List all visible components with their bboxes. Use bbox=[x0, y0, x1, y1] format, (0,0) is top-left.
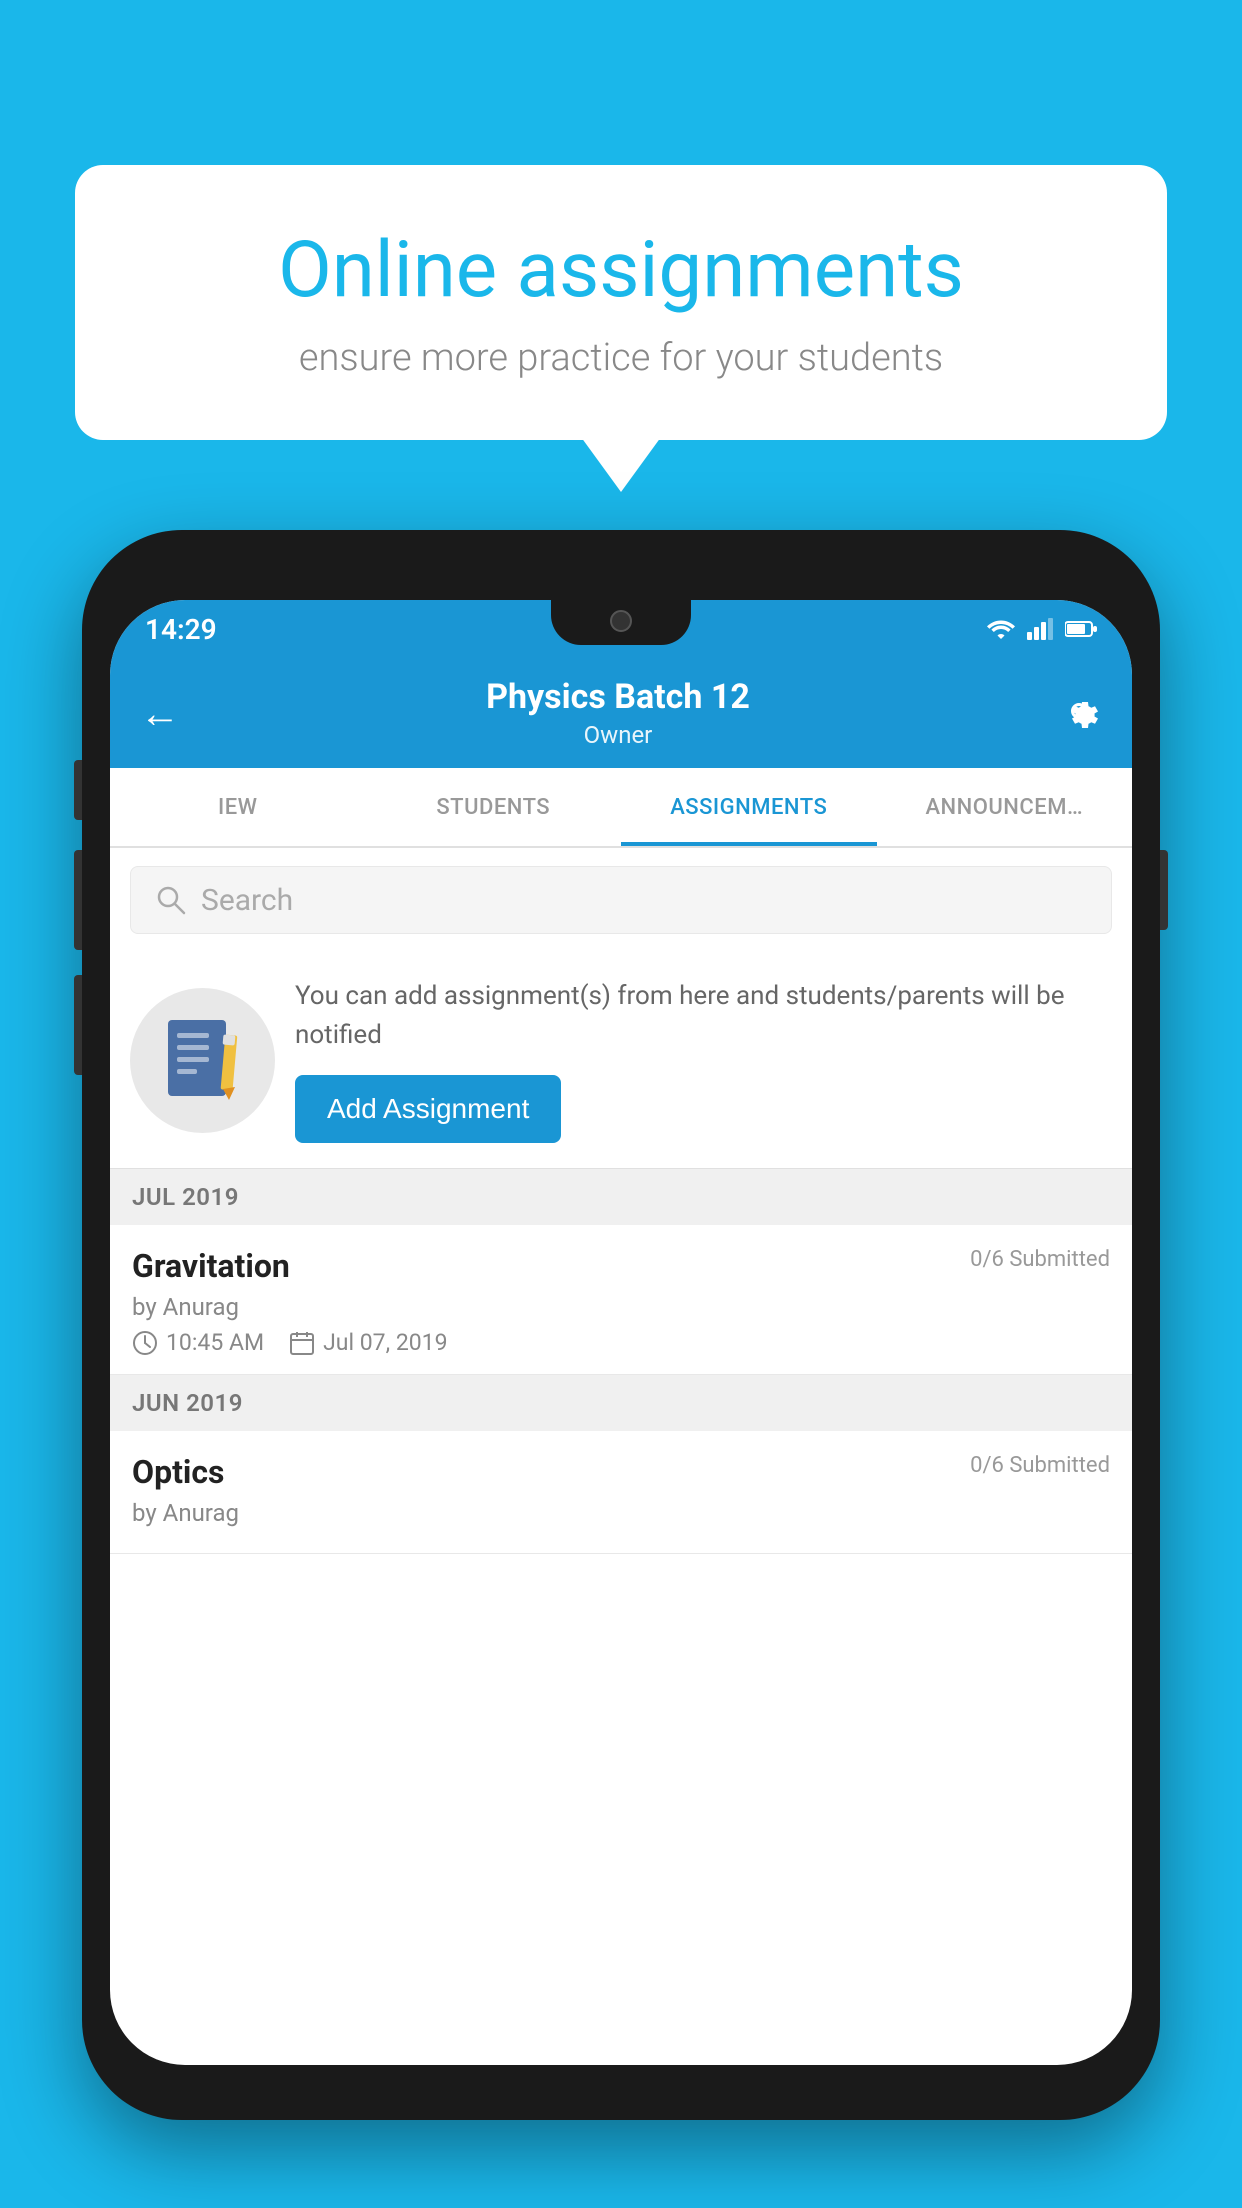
phone-body: 14:29 bbox=[82, 530, 1160, 2120]
tab-iew[interactable]: IEW bbox=[110, 768, 366, 846]
meta-time: 10:45 AM bbox=[132, 1329, 264, 1356]
tab-announcements[interactable]: ANNOUNCEM… bbox=[877, 768, 1133, 846]
clock-icon bbox=[132, 1330, 158, 1356]
calendar-icon bbox=[289, 1330, 315, 1356]
section-header-jun: JUN 2019 bbox=[110, 1375, 1132, 1431]
submitted-badge-optics: 0/6 Submitted bbox=[970, 1453, 1110, 1478]
notebook-pencil-icon bbox=[163, 1015, 243, 1105]
promo-section: You can add assignment(s) from here and … bbox=[110, 952, 1132, 1169]
promo-icon-circle bbox=[130, 988, 275, 1133]
assignment-author-optics: by Anurag bbox=[132, 1499, 1110, 1527]
phone-wrapper: 14:29 bbox=[82, 530, 1160, 2208]
search-bar-wrapper: Search bbox=[110, 848, 1132, 952]
gear-icon bbox=[1056, 688, 1102, 734]
add-assignment-button[interactable]: Add Assignment bbox=[295, 1075, 561, 1143]
app-bar-subtitle: Owner bbox=[486, 721, 750, 749]
section-header-jul: JUL 2019 bbox=[110, 1169, 1132, 1225]
search-icon bbox=[156, 885, 186, 915]
assignment-item-optics[interactable]: Optics 0/6 Submitted by Anurag bbox=[110, 1431, 1132, 1554]
app-bar: ← Physics Batch 12 Owner bbox=[110, 658, 1132, 768]
volume-up-button bbox=[74, 850, 82, 950]
app-bar-title: Physics Batch 12 bbox=[486, 677, 750, 717]
tabs-bar: IEW STUDENTS ASSIGNMENTS ANNOUNCEM… bbox=[110, 768, 1132, 848]
tab-students[interactable]: STUDENTS bbox=[366, 768, 622, 846]
search-placeholder: Search bbox=[201, 883, 293, 918]
speech-bubble-subtitle: ensure more practice for your students bbox=[145, 336, 1097, 380]
assignment-meta: 10:45 AM Jul 07, 2019 bbox=[132, 1329, 1110, 1356]
status-icons bbox=[987, 618, 1097, 640]
wifi-icon bbox=[987, 618, 1015, 640]
assignment-top-row: Gravitation 0/6 Submitted bbox=[132, 1247, 1110, 1285]
submitted-badge: 0/6 Submitted bbox=[970, 1247, 1110, 1272]
assignment-date: Jul 07, 2019 bbox=[323, 1329, 447, 1356]
mute-button bbox=[74, 760, 82, 820]
speech-bubble-wrapper: Online assignments ensure more practice … bbox=[75, 165, 1167, 440]
back-button[interactable]: ← bbox=[140, 690, 180, 737]
assignment-time: 10:45 AM bbox=[166, 1329, 264, 1356]
assignment-name: Gravitation bbox=[132, 1247, 290, 1285]
app-bar-title-group: Physics Batch 12 Owner bbox=[486, 677, 750, 749]
assignment-top-row-optics: Optics 0/6 Submitted bbox=[132, 1453, 1110, 1491]
front-camera bbox=[610, 610, 632, 632]
phone-screen: 14:29 bbox=[110, 600, 1132, 2065]
speech-bubble: Online assignments ensure more practice … bbox=[75, 165, 1167, 440]
volume-down-button bbox=[74, 975, 82, 1075]
battery-icon bbox=[1065, 620, 1097, 638]
assignment-author: by Anurag bbox=[132, 1293, 1110, 1321]
settings-button[interactable] bbox=[1056, 688, 1102, 738]
signal-icon bbox=[1027, 618, 1053, 640]
tab-assignments[interactable]: ASSIGNMENTS bbox=[621, 768, 877, 846]
assignment-item-gravitation[interactable]: Gravitation 0/6 Submitted by Anurag 10:4… bbox=[110, 1225, 1132, 1375]
meta-date: Jul 07, 2019 bbox=[289, 1329, 447, 1356]
search-bar[interactable]: Search bbox=[130, 866, 1112, 934]
promo-description: You can add assignment(s) from here and … bbox=[295, 977, 1112, 1055]
speech-bubble-title: Online assignments bbox=[145, 225, 1097, 316]
power-button bbox=[1160, 850, 1168, 930]
assignment-name-optics: Optics bbox=[132, 1453, 224, 1491]
promo-text-section: You can add assignment(s) from here and … bbox=[295, 977, 1112, 1143]
status-time: 14:29 bbox=[145, 613, 217, 646]
phone-notch bbox=[551, 600, 691, 645]
